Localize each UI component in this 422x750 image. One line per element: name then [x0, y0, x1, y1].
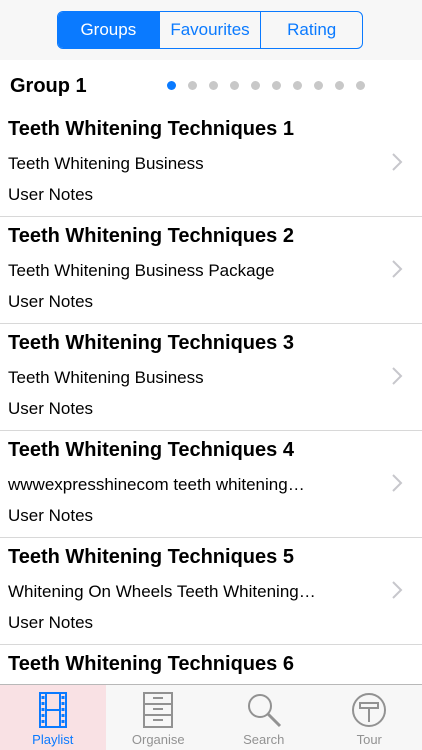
list-item[interactable]: Teeth Whitening Techniques 3 Teeth White…: [0, 324, 422, 431]
page-dot: [209, 81, 218, 90]
segment-rating[interactable]: Rating: [260, 12, 362, 48]
tab-label: Organise: [131, 732, 185, 747]
item-title: Teeth Whitening Techniques 6: [8, 653, 294, 675]
item-subtitle: Teeth Whitening Business: [8, 368, 204, 387]
page-indicator[interactable]: [167, 81, 365, 90]
list-item[interactable]: Teeth Whitening Techniques 6: [0, 645, 422, 684]
magnifier-icon: [247, 694, 281, 728]
filing-cabinet-icon: [143, 692, 174, 728]
item-title: Teeth Whitening Techniques 4: [8, 439, 294, 461]
item-title: Teeth Whitening Techniques 1: [8, 118, 294, 140]
item-notes: User Notes: [8, 506, 94, 525]
page-dot: [314, 81, 323, 90]
tab-search[interactable]: Search: [211, 685, 317, 750]
page-dot: [167, 81, 176, 90]
item-notes: User Notes: [8, 292, 94, 311]
technique-list[interactable]: Teeth Whitening Techniques 1 Teeth White…: [0, 110, 422, 684]
chevron-right-icon: [392, 367, 403, 385]
chevron-right-icon: [392, 260, 403, 278]
page-dot: [272, 81, 281, 90]
tab-label: Playlist: [32, 732, 74, 747]
tour-sign-icon: [352, 693, 387, 727]
chevron-right-icon: [392, 153, 403, 171]
segmented-control: Groups Favourites Rating: [57, 11, 363, 49]
tab-bar: Playlist Organise Search Tour: [0, 684, 422, 750]
list-item[interactable]: Teeth Whitening Techniques 1 Teeth White…: [0, 110, 422, 217]
item-title: Teeth Whitening Techniques 2: [8, 225, 294, 247]
group-title: Group 1: [10, 75, 87, 97]
page-dot: [188, 81, 197, 90]
segment-groups[interactable]: Groups: [58, 12, 159, 48]
item-notes: User Notes: [8, 613, 94, 632]
item-title: Teeth Whitening Techniques 3: [8, 332, 294, 354]
item-subtitle: Whitening On Wheels Teeth Whitening…: [8, 582, 316, 601]
item-title: Teeth Whitening Techniques 5: [8, 546, 294, 568]
top-bar: Groups Favourites Rating: [0, 0, 422, 60]
list-item[interactable]: Teeth Whitening Techniques 4 wwwexpressh…: [0, 431, 422, 538]
list-item[interactable]: Teeth Whitening Techniques 2 Teeth White…: [0, 217, 422, 324]
page-dot: [293, 81, 302, 90]
chevron-right-icon: [392, 581, 403, 599]
chevron-right-icon: [392, 474, 403, 492]
tab-playlist[interactable]: Playlist: [0, 685, 106, 750]
list-item[interactable]: Teeth Whitening Techniques 5 Whitening O…: [0, 538, 422, 645]
page-dot: [356, 81, 365, 90]
item-subtitle: wwwexpresshinecom teeth whitening…: [8, 475, 305, 494]
item-subtitle: Teeth Whitening Business: [8, 154, 204, 173]
film-strip-icon: [38, 692, 67, 728]
item-notes: User Notes: [8, 399, 94, 418]
page-dot: [335, 81, 344, 90]
item-notes: User Notes: [8, 185, 94, 204]
item-subtitle: Teeth Whitening Business Package: [8, 261, 275, 280]
segment-favourites[interactable]: Favourites: [158, 12, 261, 48]
tab-organise[interactable]: Organise: [106, 685, 212, 750]
page-dot: [230, 81, 239, 90]
page-dot: [251, 81, 260, 90]
tab-label: Search: [243, 732, 285, 747]
tab-label: Tour: [356, 732, 382, 747]
tab-tour[interactable]: Tour: [317, 685, 422, 750]
